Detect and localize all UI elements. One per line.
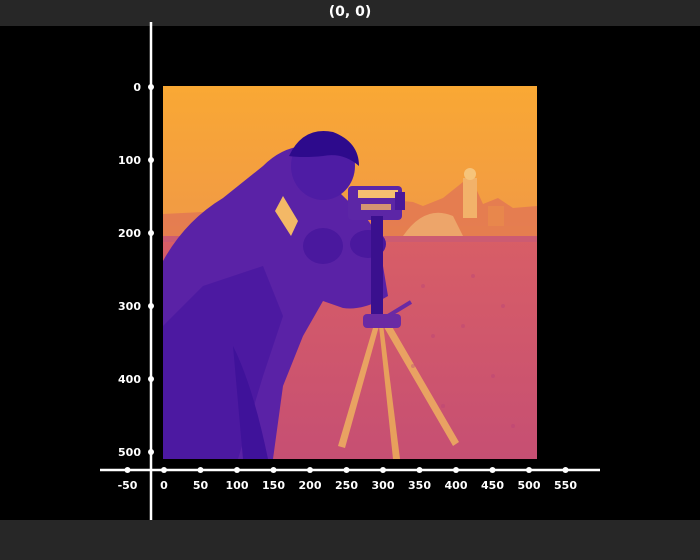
- x-tick-mark: [562, 467, 569, 473]
- y-tick-label: 200: [118, 227, 141, 240]
- x-tick-label: 0: [160, 479, 168, 492]
- x-tick-label: 500: [518, 479, 541, 492]
- y-tick: 300: [118, 300, 154, 313]
- x-tick-label: 50: [193, 479, 209, 492]
- y-tick-mark: [148, 376, 154, 382]
- x-tick-label: 300: [372, 479, 395, 492]
- y-tick-mark: [148, 230, 154, 236]
- x-tick-label: 100: [226, 479, 249, 492]
- y-tick: 500: [118, 446, 154, 459]
- y-tick-mark: [148, 303, 154, 309]
- axes: -50 0 50 100 150 200 250 300 350 400 450 500 550 0 10…: [100, 22, 600, 520]
- x-tick-mark: [453, 467, 459, 473]
- x-tick-mark: [489, 467, 496, 473]
- x-tick-mark: [270, 467, 277, 473]
- y-tick: 200: [118, 227, 154, 240]
- x-tick-label: 450: [481, 479, 504, 492]
- y-tick-label: 100: [118, 154, 141, 167]
- y-tick-mark: [148, 449, 154, 455]
- x-tick-label: -50: [118, 479, 138, 492]
- x-tick-label: 550: [554, 479, 577, 492]
- x-tick-label: 250: [335, 479, 358, 492]
- y-tick-mark: [148, 84, 154, 90]
- y-tick: 400: [118, 373, 154, 386]
- x-tick-label: 400: [445, 479, 468, 492]
- x-tick-mark: [197, 467, 204, 473]
- y-tick: 100: [118, 154, 154, 167]
- y-tick-label: 500: [118, 446, 141, 459]
- status-bar: [0, 520, 700, 560]
- x-tick-mark: [380, 467, 386, 473]
- x-tick-mark: [416, 467, 423, 473]
- x-tick-mark: [307, 467, 313, 473]
- y-tick-label: 0: [133, 81, 141, 94]
- x-tick-label: 200: [299, 479, 322, 492]
- x-tick-mark: [124, 467, 131, 473]
- y-tick-mark: [148, 157, 154, 163]
- x-tick-mark: [234, 467, 240, 473]
- y-tick-label: 400: [118, 373, 141, 386]
- x-tick-label: 150: [262, 479, 285, 492]
- x-tick-label: 350: [408, 479, 431, 492]
- x-tick-mark: [526, 467, 532, 473]
- x-tick-mark: [161, 467, 167, 473]
- x-tick-mark: [343, 467, 350, 473]
- y-tick-label: 300: [118, 300, 141, 313]
